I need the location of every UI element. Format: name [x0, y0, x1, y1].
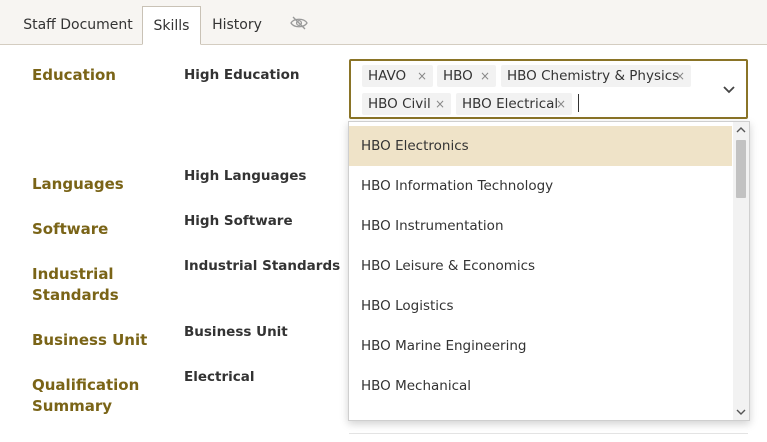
- dropdown-option[interactable]: HBO Logistics: [349, 286, 732, 326]
- scroll-down-icon[interactable]: [733, 404, 749, 420]
- selected-chip: HBO Electrical ×: [456, 93, 572, 115]
- field-label-high-languages: High Languages: [184, 168, 307, 184]
- selected-chip: HBO ×: [437, 65, 496, 87]
- field-label-high-education: High Education: [184, 67, 300, 83]
- field-label-business-unit: Business Unit: [184, 324, 288, 340]
- section-languages: Languages: [32, 175, 124, 193]
- chip-label: HBO Civil: [368, 96, 431, 112]
- dropdown-option[interactable]: HBO Mechanical: [349, 366, 732, 406]
- chip-label: HBO: [443, 68, 473, 84]
- tab-history[interactable]: History: [205, 6, 269, 44]
- remove-chip-icon[interactable]: ×: [417, 65, 427, 87]
- chip-label: HBO Electrical: [462, 96, 559, 112]
- remove-chip-icon[interactable]: ×: [480, 65, 490, 87]
- field-label-high-software: High Software: [184, 213, 293, 229]
- selected-chip: HBO Civil ×: [362, 93, 451, 115]
- section-business-unit: Business Unit: [32, 331, 148, 349]
- tab-bar: Staff Document Skills History: [0, 0, 767, 45]
- field-label-industrial-standards: Industrial Standards: [184, 258, 341, 274]
- section-software: Software: [32, 220, 109, 238]
- text-cursor: [578, 94, 579, 112]
- remove-chip-icon[interactable]: ×: [556, 93, 566, 115]
- dropdown-option[interactable]: HBO Leisure & Economics: [349, 246, 732, 286]
- chip-label: HAVO: [368, 68, 407, 84]
- dropdown-scrollbar[interactable]: [733, 122, 749, 420]
- scroll-thumb[interactable]: [736, 140, 746, 198]
- options-dropdown: HBO Electronics HBO Information Technolo…: [348, 121, 750, 421]
- section-education: Education: [32, 66, 116, 84]
- selected-chip: HAVO ×: [362, 65, 433, 87]
- section-qualification-summary: Qualification Summary: [32, 376, 140, 415]
- chip-label: HBO Chemistry & Physics: [507, 68, 680, 84]
- remove-chip-icon[interactable]: ×: [675, 65, 685, 87]
- tab-skills[interactable]: Skills: [142, 6, 201, 45]
- section-industrial-standards: Industrial Standards: [32, 265, 119, 304]
- dropdown-option[interactable]: HBO Information Technology: [349, 166, 732, 206]
- dropdown-option[interactable]: HBO Instrumentation: [349, 206, 732, 246]
- scroll-up-icon[interactable]: [733, 122, 749, 138]
- dropdown-option[interactable]: HBO Electronics: [349, 126, 732, 166]
- tab-staff-document[interactable]: Staff Document: [18, 6, 138, 44]
- selected-chip: HBO Chemistry & Physics ×: [501, 65, 691, 87]
- field-label-electrical: Electrical: [184, 369, 255, 385]
- chevron-down-icon[interactable]: [721, 81, 737, 97]
- remove-chip-icon[interactable]: ×: [435, 93, 445, 115]
- dropdown-option[interactable]: HBO Marine Engineering: [349, 326, 732, 366]
- high-education-multiselect[interactable]: HAVO × HBO × HBO Chemistry & Physics × H…: [349, 59, 748, 119]
- eye-off-icon[interactable]: [290, 16, 308, 30]
